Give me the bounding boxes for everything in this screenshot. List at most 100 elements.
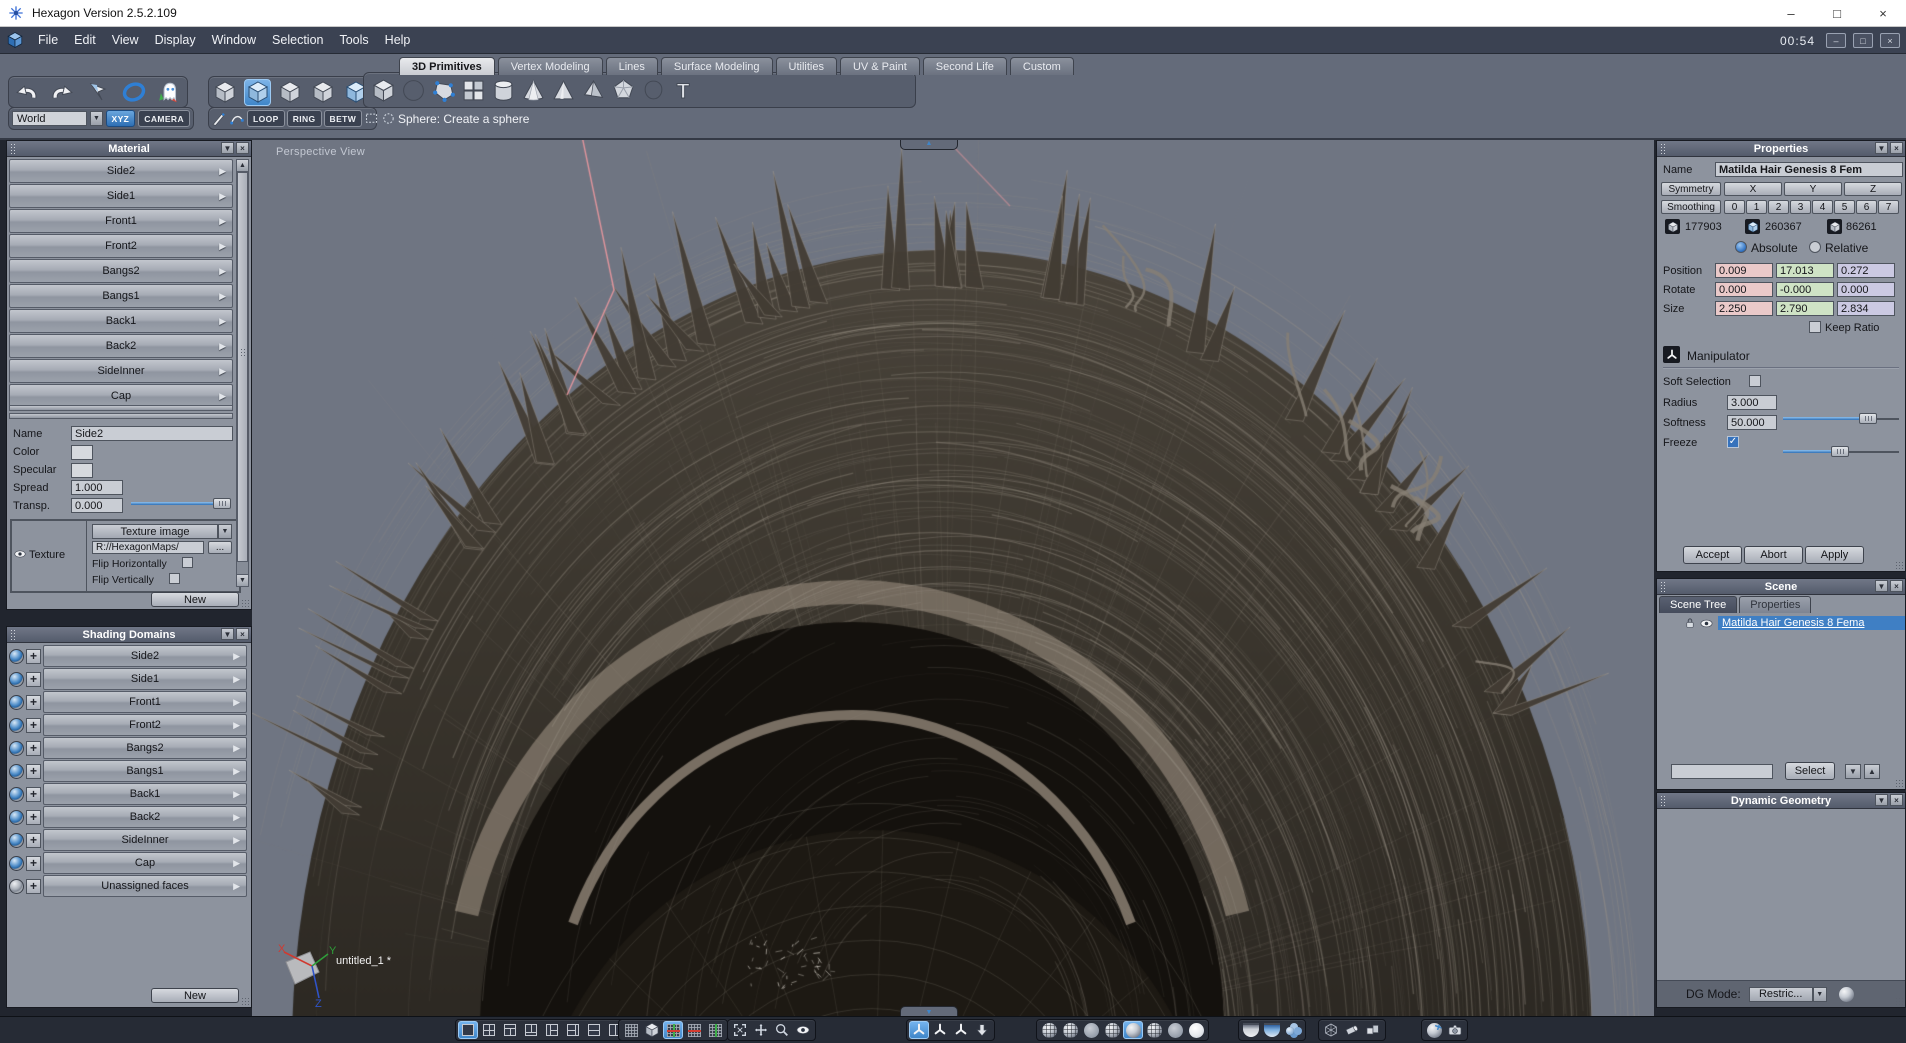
- resize-grip-icon[interactable]: [1895, 997, 1904, 1006]
- add-icon[interactable]: +: [26, 878, 41, 894]
- shading-item-unassigned[interactable]: + Unassigned faces ▶: [9, 875, 247, 897]
- material-item[interactable]: Bangs2 ▶: [9, 259, 233, 283]
- scene-close-icon[interactable]: ×: [1890, 580, 1903, 592]
- grid-snap-button[interactable]: [621, 1021, 641, 1039]
- position-y-input[interactable]: 17.013: [1776, 263, 1834, 278]
- pan-view-button[interactable]: [751, 1021, 771, 1039]
- primitive-grid-button[interactable]: [460, 77, 487, 104]
- shade-hidden-line-button[interactable]: [1060, 1021, 1080, 1039]
- wire-box-button[interactable]: [1321, 1021, 1341, 1039]
- marquee-select-icon[interactable]: [364, 111, 379, 126]
- shading-item[interactable]: + Side2 ▶: [9, 645, 247, 667]
- color-swatch[interactable]: [71, 445, 93, 460]
- select-edges-mode[interactable]: [244, 78, 272, 106]
- primitive-cylinder-button[interactable]: [490, 77, 517, 104]
- menu-help[interactable]: Help: [377, 33, 419, 47]
- window-minimize-button[interactable]: –: [1768, 0, 1814, 27]
- absolute-radio[interactable]: [1735, 241, 1747, 253]
- scroll-up-icon[interactable]: ▲: [237, 160, 248, 172]
- tab-vertex-modeling[interactable]: Vertex Modeling: [497, 57, 603, 75]
- position-x-input[interactable]: 0.009: [1715, 263, 1773, 278]
- backface-cull-button[interactable]: [1241, 1021, 1261, 1039]
- add-icon[interactable]: +: [26, 648, 41, 664]
- panel-grip-icon[interactable]: [1660, 143, 1667, 154]
- material-item[interactable]: Back2 ▶: [9, 334, 233, 358]
- shading-item[interactable]: + Bangs1 ▶: [9, 760, 247, 782]
- material-scrollbar[interactable]: ▲ ▼: [236, 159, 249, 587]
- doc-close-button[interactable]: ×: [1880, 33, 1900, 48]
- scene-panel-titlebar[interactable]: Scene ▼ ×: [1657, 579, 1905, 595]
- layout-rows-button[interactable]: [584, 1021, 604, 1039]
- doc-maximize-button[interactable]: □: [1853, 33, 1873, 48]
- properties-collapse-icon[interactable]: ▼: [1875, 142, 1888, 154]
- add-icon[interactable]: +: [26, 786, 41, 802]
- curve-select-icon[interactable]: [229, 111, 245, 127]
- dg-mode-dropdown-icon[interactable]: ▼: [1812, 986, 1827, 1002]
- menu-file[interactable]: File: [30, 33, 66, 47]
- tab-custom[interactable]: Custom: [1009, 57, 1074, 75]
- tab-scene-properties[interactable]: Properties: [1739, 596, 1812, 613]
- layout-bottom-split-button[interactable]: [521, 1021, 541, 1039]
- symmetry-y-button[interactable]: Y: [1784, 182, 1842, 196]
- scene-prev-icon[interactable]: ▼: [1845, 764, 1861, 779]
- world-space-select[interactable]: World: [12, 111, 88, 126]
- menu-edit[interactable]: Edit: [66, 33, 104, 47]
- softness-input[interactable]: 50.000: [1727, 415, 1777, 430]
- panel-grip-icon[interactable]: [1660, 795, 1667, 806]
- fit-view-button[interactable]: [730, 1021, 750, 1039]
- material-item[interactable]: Front1 ▶: [9, 209, 233, 233]
- add-icon[interactable]: +: [26, 855, 41, 871]
- circle-select-icon[interactable]: [381, 111, 396, 126]
- rotate-z-input[interactable]: 0.000: [1837, 282, 1895, 297]
- tab-surface-modeling[interactable]: Surface Modeling: [660, 57, 773, 75]
- position-z-input[interactable]: 0.272: [1837, 263, 1895, 278]
- shading-item[interactable]: + Side1 ▶: [9, 668, 247, 690]
- perspective-viewport[interactable]: Perspective View untitled_1 * X Y Z ▲ ▼: [252, 140, 1658, 1016]
- shading-close-icon[interactable]: ×: [236, 628, 249, 640]
- add-icon[interactable]: +: [26, 717, 41, 733]
- layout-quad-button[interactable]: [479, 1021, 499, 1039]
- visibility-eye-button[interactable]: [793, 1021, 813, 1039]
- softness-slider[interactable]: [1783, 445, 1899, 458]
- shading-panel-titlebar[interactable]: Shading Domains ▼ ×: [7, 627, 251, 643]
- size-y-input[interactable]: 2.790: [1776, 301, 1834, 316]
- apply-button[interactable]: Apply: [1805, 546, 1864, 564]
- scene-next-icon[interactable]: ▲: [1864, 764, 1880, 779]
- menu-tools[interactable]: Tools: [331, 33, 376, 47]
- shade-wireframe-button[interactable]: [1039, 1021, 1059, 1039]
- translate-manipulator-button[interactable]: [930, 1021, 950, 1039]
- lock-icon[interactable]: [1683, 616, 1697, 630]
- properties-close-icon[interactable]: ×: [1890, 142, 1903, 154]
- xyz-axes-button[interactable]: XYZ: [105, 110, 136, 127]
- layout-single-button[interactable]: [458, 1021, 478, 1039]
- shading-item[interactable]: + Cap ▶: [9, 852, 247, 874]
- window-close-button[interactable]: ×: [1860, 0, 1906, 27]
- grid-xy-plane-button[interactable]: [663, 1021, 683, 1039]
- world-space-dropdown-icon[interactable]: ▼: [90, 111, 103, 126]
- add-icon[interactable]: +: [26, 763, 41, 779]
- primitive-cube-button[interactable]: [370, 77, 397, 104]
- undo-button[interactable]: [13, 79, 40, 106]
- menu-display[interactable]: Display: [147, 33, 204, 47]
- layout-right-split-button[interactable]: [563, 1021, 583, 1039]
- boxes-display-button[interactable]: [1363, 1021, 1383, 1039]
- material-item[interactable]: Back1 ▶: [9, 309, 233, 333]
- primitive-text-button[interactable]: [670, 77, 697, 104]
- render-camera-button[interactable]: [1445, 1021, 1465, 1039]
- select-object-mode[interactable]: [310, 79, 337, 106]
- primitive-tetrahedron-button[interactable]: [580, 77, 607, 104]
- resize-grip-icon[interactable]: [241, 599, 250, 608]
- rotate-manipulator-button[interactable]: [951, 1021, 971, 1039]
- universal-manipulator-button[interactable]: [909, 1021, 929, 1039]
- properties-panel-titlebar[interactable]: Properties ▼ ×: [1657, 141, 1905, 157]
- shading-item[interactable]: + Back1 ▶: [9, 783, 247, 805]
- relative-radio[interactable]: [1809, 241, 1821, 253]
- transparency-input[interactable]: 0.000: [71, 498, 123, 513]
- radius-slider[interactable]: [1783, 412, 1899, 425]
- texture-type-dropdown-icon[interactable]: ▼: [218, 524, 232, 539]
- symmetry-button[interactable]: Symmetry: [1661, 182, 1721, 196]
- radius-input[interactable]: 3.000: [1727, 395, 1777, 410]
- between-select-button[interactable]: BETW: [323, 110, 363, 127]
- shade-flat-wire-button[interactable]: [1102, 1021, 1122, 1039]
- layout-top-split-button[interactable]: [500, 1021, 520, 1039]
